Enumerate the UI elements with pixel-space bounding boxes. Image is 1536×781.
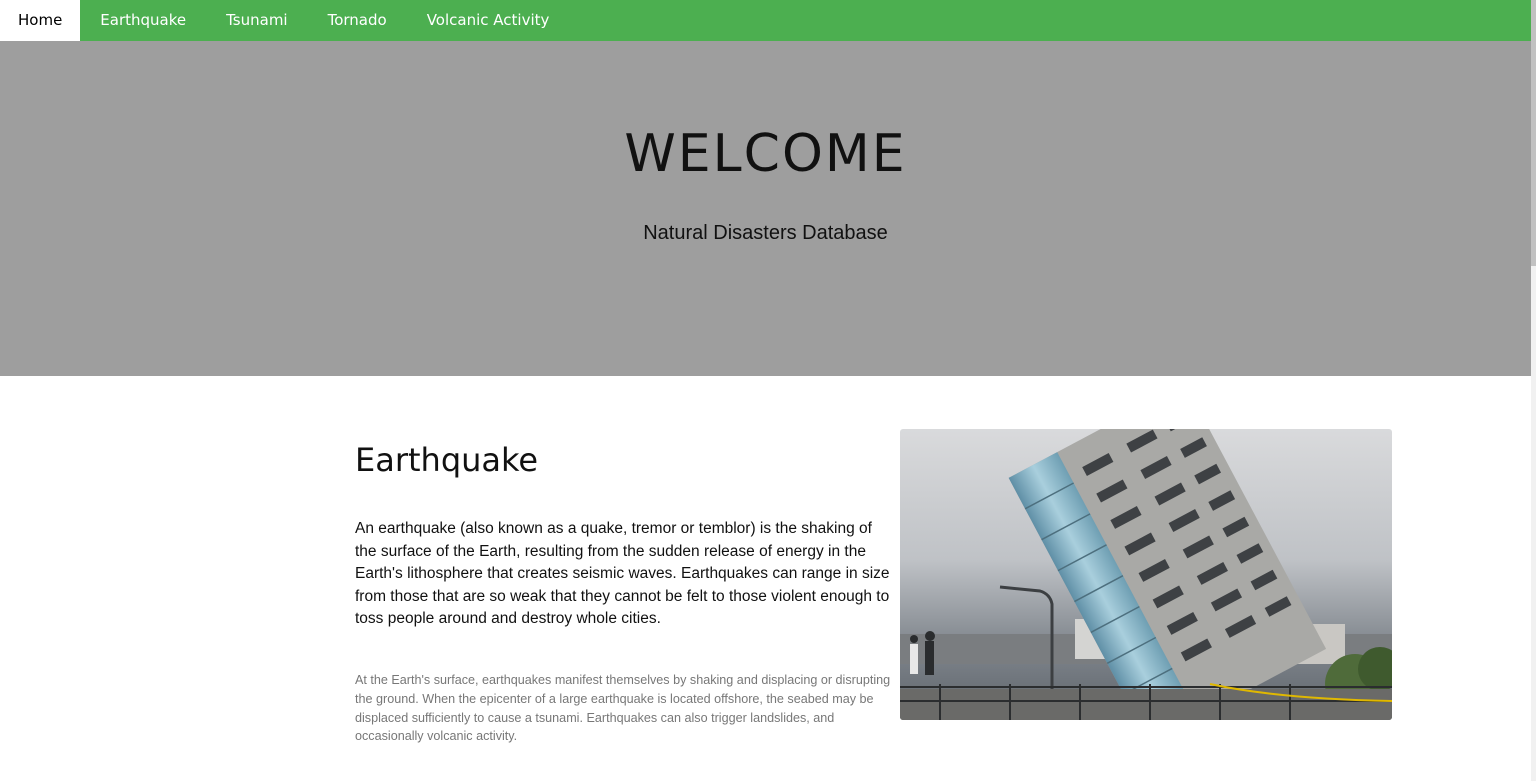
page-scrollbar[interactable] bbox=[1531, 0, 1536, 781]
top-navbar: Home Earthquake Tsunami Tornado Volcanic… bbox=[0, 0, 1531, 41]
nav-home[interactable]: Home bbox=[0, 0, 81, 41]
nav-tornado[interactable]: Tornado bbox=[308, 0, 407, 41]
hero-banner: WELCOME Natural Disasters Database bbox=[0, 41, 1531, 376]
hero-title: WELCOME bbox=[624, 124, 907, 184]
lead-paragraph: An earthquake (also known as a quake, tr… bbox=[355, 520, 890, 627]
earthquake-building-photo bbox=[900, 429, 1392, 720]
nav-earthquake[interactable]: Earthquake bbox=[80, 0, 206, 41]
body-paragraph: At the Earth's surface, earthquakes mani… bbox=[355, 673, 891, 744]
scrollbar-thumb[interactable] bbox=[1531, 0, 1536, 266]
nav-volcanic-activity[interactable]: Volcanic Activity bbox=[407, 0, 570, 41]
hero-subtitle: Natural Disasters Database bbox=[643, 222, 888, 244]
section-heading: Earthquake bbox=[355, 441, 539, 479]
nav-tsunami[interactable]: Tsunami bbox=[206, 0, 307, 41]
collapsed-building-illustration bbox=[900, 429, 1392, 720]
earthquake-section: Earthquake An earthquake (also known as … bbox=[355, 429, 1395, 781]
